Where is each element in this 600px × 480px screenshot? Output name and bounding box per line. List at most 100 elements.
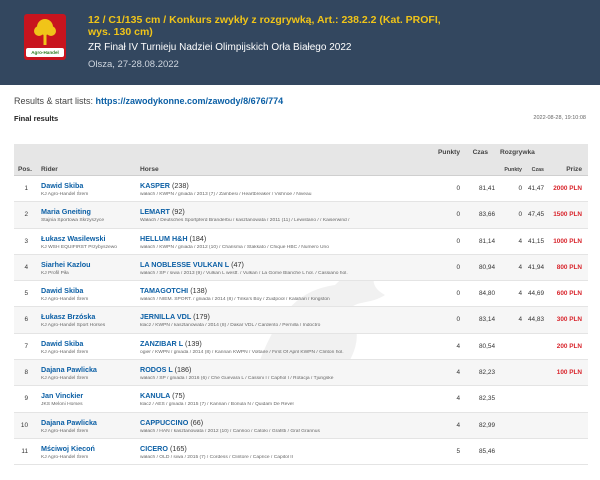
horse-name[interactable]: RODOS L <box>140 365 173 374</box>
time-cell: 81,41 <box>479 185 495 192</box>
rider-link[interactable]: Dawid Skiba <box>41 181 83 190</box>
time-cell: 80,94 <box>479 263 495 271</box>
results-timestamp: 2022-08-28, 19:10:08 <box>533 115 586 121</box>
horse-number: (138) <box>190 286 207 296</box>
horse-name[interactable]: TAMAGOTCHI <box>140 286 188 295</box>
horse-name[interactable]: ZANZIBAR L <box>140 339 183 348</box>
horse-link[interactable]: KANULA (75) <box>140 391 185 400</box>
col-horse: Horse <box>140 166 159 173</box>
horse-link[interactable]: JERNILLA VDL (179) <box>140 312 210 321</box>
rider-link[interactable]: Dajana Pawlicka <box>41 418 97 427</box>
tree-icon <box>34 19 56 45</box>
logo-text: Agro-Handel <box>26 48 64 57</box>
points-cell: 0 <box>456 237 460 245</box>
horse-name[interactable]: LEMART <box>140 207 170 216</box>
col-jo-time: Czas <box>531 167 544 173</box>
horse-description: wałach / KWPN / gniada / 2013 (7) / Zamb… <box>140 192 312 197</box>
prize-cell: 300 PLN <box>556 316 582 324</box>
results-url-link[interactable]: https://zawodykonne.com/zawody/8/676/774 <box>96 96 284 106</box>
horse-link[interactable]: LEMART (92) <box>140 207 185 216</box>
horse-name[interactable]: CICERO <box>140 444 168 453</box>
horse-description: klacz / KWPN / kasztanowata / 2014 (8) /… <box>140 323 321 329</box>
prize-cell: 1000 PLN <box>553 237 582 245</box>
horse-link[interactable]: RODOS L (186) <box>140 365 191 374</box>
horse-link[interactable]: KASPER (238) <box>140 181 189 190</box>
horse-link[interactable]: HELLUM H&H (184) <box>140 234 206 243</box>
table-row: 9 Jan Vinckier JKS Meloni Horses KANULA (75… <box>14 386 588 413</box>
results-table-body: 1 Dawid Skiba KJ Agro-Handel Śrem KASPER (2… <box>14 176 588 466</box>
col-points: Punkty <box>438 149 460 156</box>
horse-description: ogier / KWPN / gniada / 2014 (8) / Kanna… <box>140 349 344 355</box>
horse-name[interactable]: JERNILLA VDL <box>140 312 191 321</box>
event-banner: Agro-Handel 12 / C1/135 cm / Konkurs zwy… <box>0 0 600 85</box>
rider-link[interactable]: Maria Gneiting <box>41 207 91 216</box>
rider-club: KJ Agro-Handel Śrem <box>41 428 89 434</box>
horse-name[interactable]: LA NOBLESSE VULKAN L <box>140 260 229 269</box>
rider-link[interactable]: Dawid Skiba <box>41 339 83 348</box>
prize-cell: 100 PLN <box>556 369 582 377</box>
rider-link[interactable]: Łukasz Brzóska <box>41 312 95 321</box>
points-cell: 4 <box>456 369 460 377</box>
jumpoff-points-cell: 4 <box>518 290 522 298</box>
horse-link[interactable]: ZANZIBAR L (139) <box>140 339 202 348</box>
horse-number: (92) <box>171 207 185 217</box>
points-cell: 0 <box>456 185 460 192</box>
rider-club: KJ Agro-Handel Śrem <box>41 349 89 355</box>
rider-club: KJ Agro-Handel Sport Horses <box>41 323 106 329</box>
points-cell: 0 <box>456 263 460 271</box>
horse-number: (179) <box>193 312 210 322</box>
horse-description: wałach / KWPN / gniada / 2012 (10) / Cha… <box>140 244 329 250</box>
jumpoff-points-cell: 0 <box>518 211 522 219</box>
prize-cell: 800 PLN <box>556 263 582 271</box>
horse-link[interactable]: TAMAGOTCHI (138) <box>140 286 207 295</box>
rider-link[interactable]: Siarhei Kazlou <box>41 260 91 269</box>
horse-link[interactable]: CAPPUCCINO (66) <box>140 418 203 427</box>
rider-club: JKS Meloni Horses <box>41 402 83 408</box>
rider-link[interactable]: Dajana Pawlicka <box>41 365 97 374</box>
table-row: 4 Siarhei Kazlou KJ Profil Piła LA NOBLESSE… <box>14 254 588 282</box>
col-prize: Prize <box>566 166 582 173</box>
position-cell: 5 <box>24 290 28 298</box>
rider-link[interactable]: Mściwoj Kiecoń <box>41 444 95 453</box>
jumpoff-time-cell: 44,69 <box>528 290 544 298</box>
rider-link[interactable]: Dawid Skiba <box>41 286 83 295</box>
organizer-logo: Agro-Handel <box>24 14 66 60</box>
event-name: ZR Finał IV Turnieju Nadziei Olimpijskic… <box>88 42 352 53</box>
horse-number: (66) <box>190 417 204 427</box>
time-cell: 82,23 <box>479 369 495 377</box>
results-links: Results & start lists: https://zawodykon… <box>14 96 283 106</box>
horse-name[interactable]: HELLUM H&H <box>140 234 188 243</box>
horse-name[interactable]: KASPER <box>140 181 170 190</box>
points-cell: 0 <box>456 316 460 324</box>
horse-link[interactable]: LA NOBLESSE VULKAN L (47) <box>140 260 244 269</box>
rider-club: KJ Agro-Handel Śrem <box>41 297 89 303</box>
horse-description: wałach / HAN / kasztanowata / 2012 (10) … <box>140 428 320 434</box>
event-place-date: Olsza, 27-28.08.2022 <box>88 59 179 70</box>
prize-cell: 200 PLN <box>556 342 582 350</box>
time-cell: 82,35 <box>479 395 495 403</box>
position-cell: 11 <box>21 447 28 455</box>
horse-number: (75) <box>172 391 185 401</box>
jumpoff-time-cell: 47,45 <box>528 211 544 219</box>
prize-cell: 600 PLN <box>556 290 582 298</box>
horse-link[interactable]: CICERO (165) <box>140 444 187 453</box>
horse-description: Wałach / Deutsches Sportpferd Branderbu … <box>140 218 350 224</box>
horse-name[interactable]: KANULA <box>140 391 170 400</box>
time-cell: 83,66 <box>479 211 495 219</box>
rider-club: KJ Agro-Handel Śrem <box>41 454 89 460</box>
rider-link[interactable]: Łukasz Wasilewski <box>41 234 105 243</box>
horse-name[interactable]: CAPPUCCINO <box>140 418 188 427</box>
time-cell: 83,14 <box>479 316 495 324</box>
position-cell: 2 <box>24 211 28 219</box>
rider-club: KJ Profil Piła <box>41 270 69 276</box>
table-row: 6 Łukasz Brzóska KJ Agro-Handel Sport Hors… <box>14 307 588 334</box>
points-cell: 5 <box>456 447 460 455</box>
rider-link[interactable]: Jan Vinckier <box>41 391 83 400</box>
horse-description: wałach / SP / siwa / 2013 (9) / Vulkan L… <box>140 270 348 276</box>
table-row: 7 Dawid Skiba KJ Agro-Handel Śrem ZANZIBAR … <box>14 334 588 361</box>
horse-number: (139) <box>185 338 202 348</box>
points-cell: 4 <box>456 395 460 403</box>
points-cell: 0 <box>456 290 460 298</box>
horse-number: (184) <box>189 233 207 243</box>
horse-number: (165) <box>169 443 187 453</box>
